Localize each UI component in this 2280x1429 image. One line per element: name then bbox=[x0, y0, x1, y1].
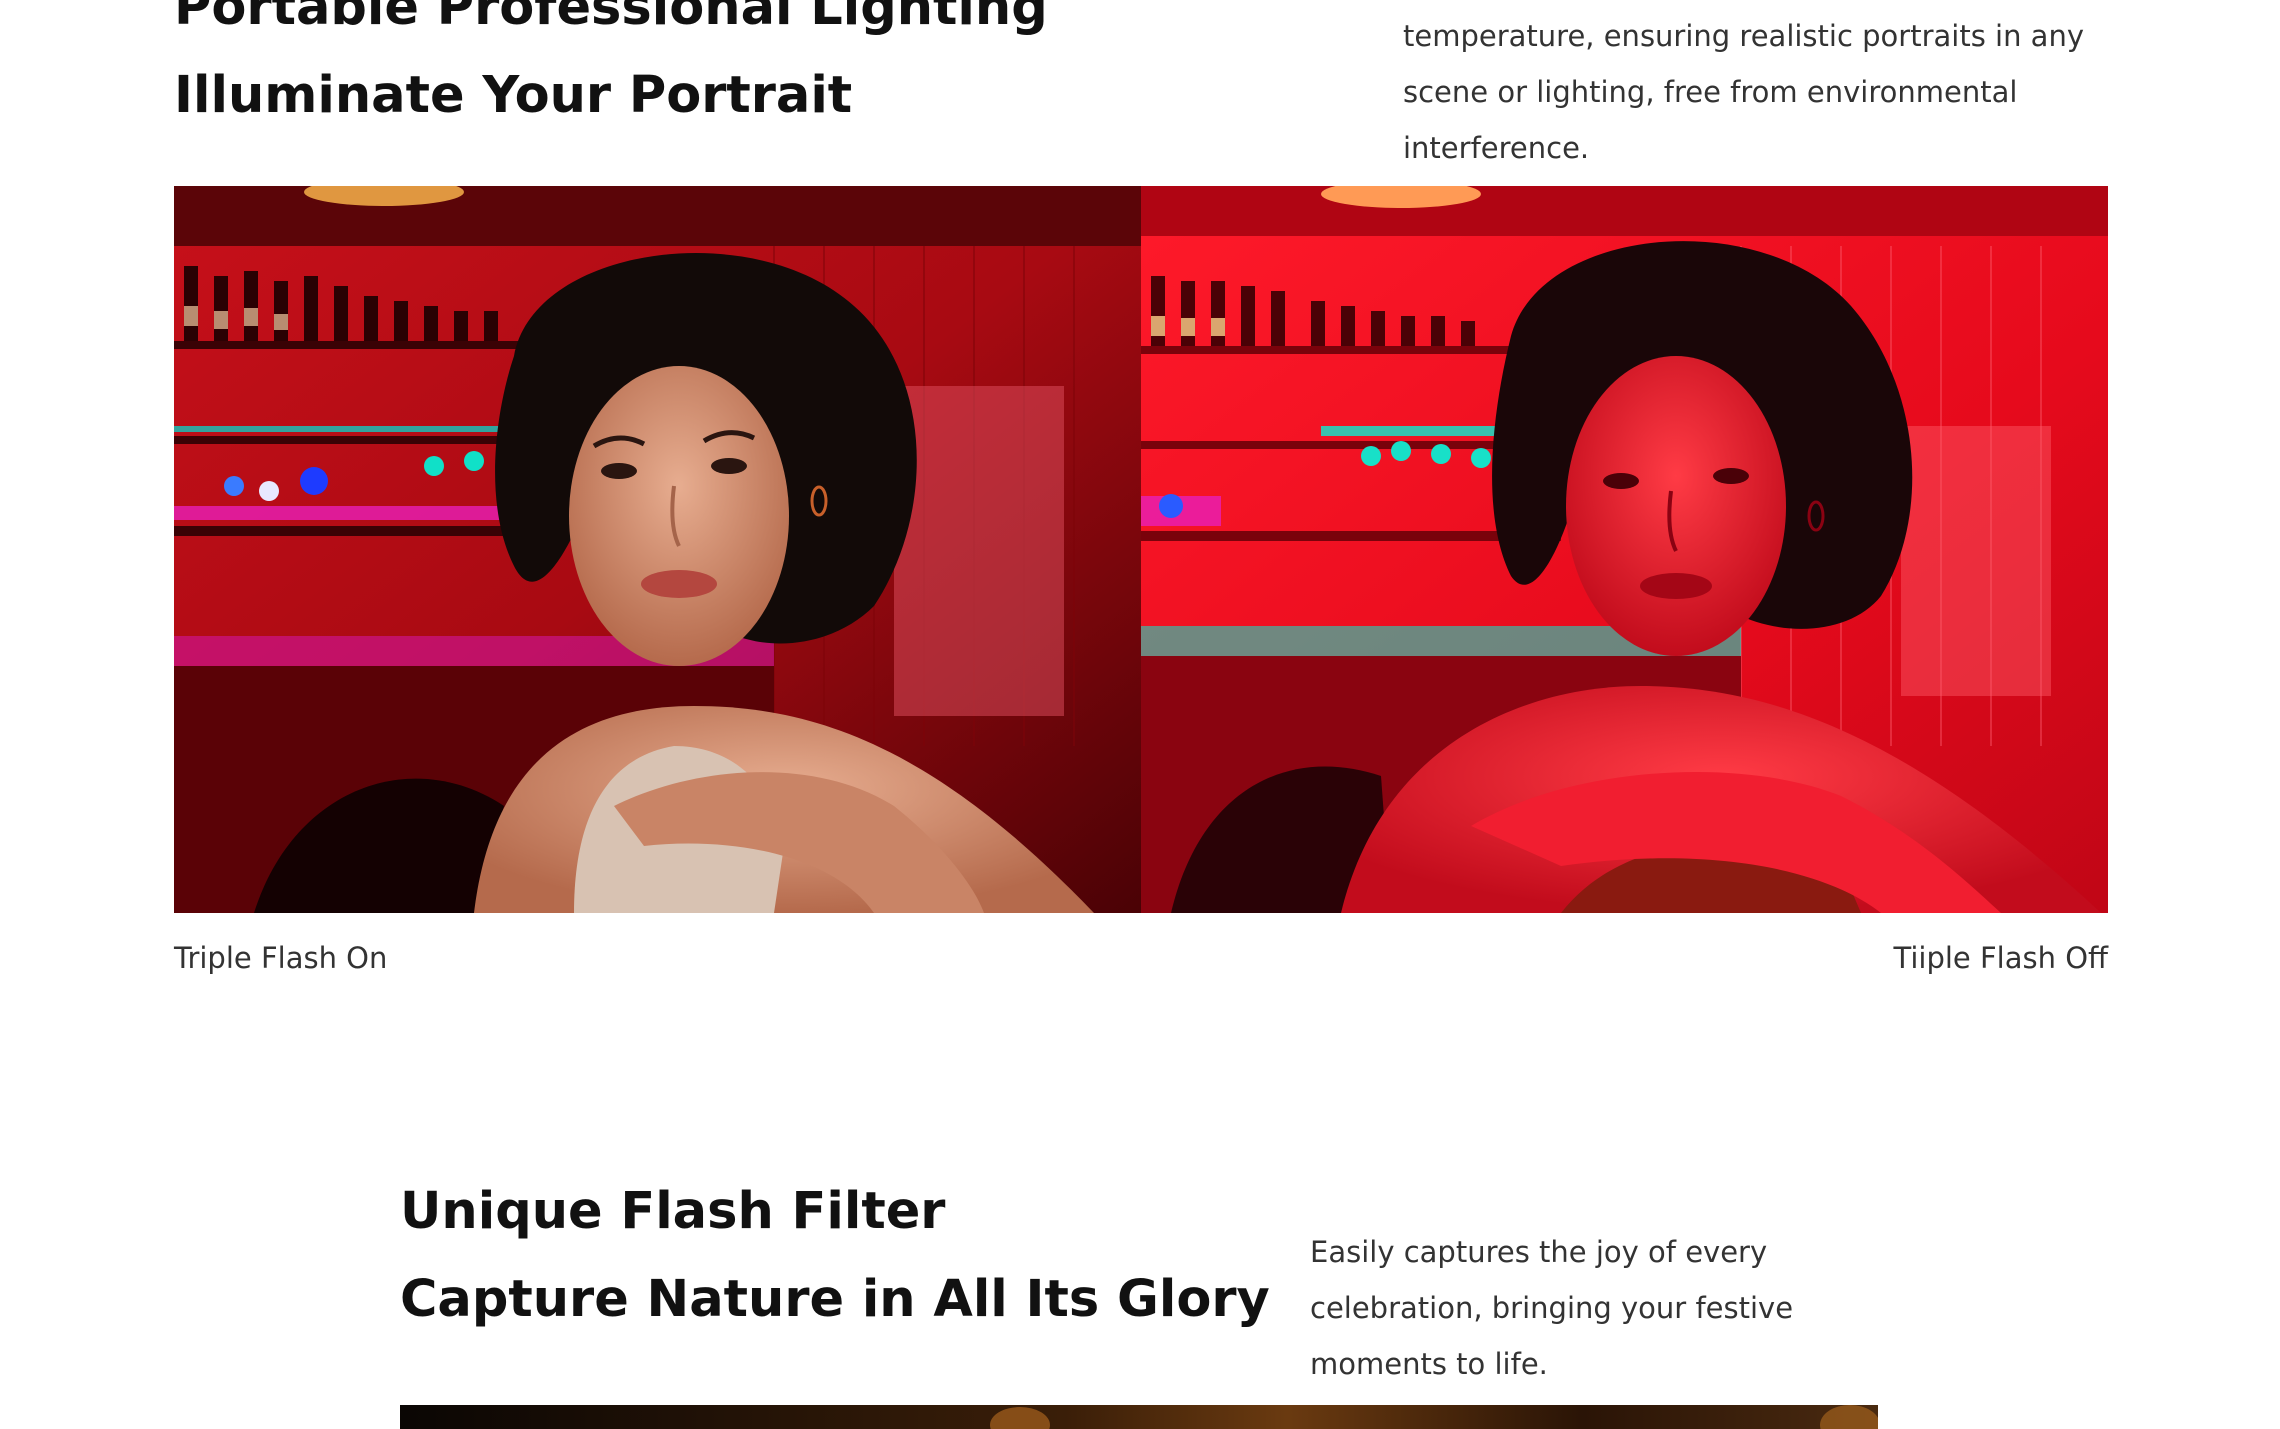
flash-on-caption: Triple Flash On bbox=[174, 941, 388, 975]
filter-title-line2: Capture Nature in All Its Glory bbox=[400, 1270, 1270, 1329]
flash-off-caption: Tiiple Flash Off bbox=[1893, 941, 2108, 975]
portrait-section-title: Portable Professional Lighting Illuminat… bbox=[174, 0, 1048, 140]
filter-section-title: Unique Flash Filter Capture Nature in Al… bbox=[400, 1168, 1270, 1344]
portrait-title-line2: Illuminate Your Portrait bbox=[174, 66, 853, 125]
flash-off-photo bbox=[1141, 186, 2108, 913]
filter-section-description: Easily captures the joy of every celebra… bbox=[1310, 1235, 1794, 1381]
portrait-section-description: temperature, ensuring realistic portrait… bbox=[1403, 19, 2084, 165]
flash-on-photo bbox=[174, 186, 1141, 913]
filter-title-line1: Unique Flash Filter bbox=[400, 1182, 946, 1241]
filter-section-photo bbox=[400, 1405, 1878, 1429]
portrait-title-line1: Portable Professional Lighting bbox=[174, 0, 1048, 37]
page: Portable Professional Lighting Illuminat… bbox=[0, 0, 2280, 1429]
flash-comparison-images bbox=[174, 186, 2108, 913]
